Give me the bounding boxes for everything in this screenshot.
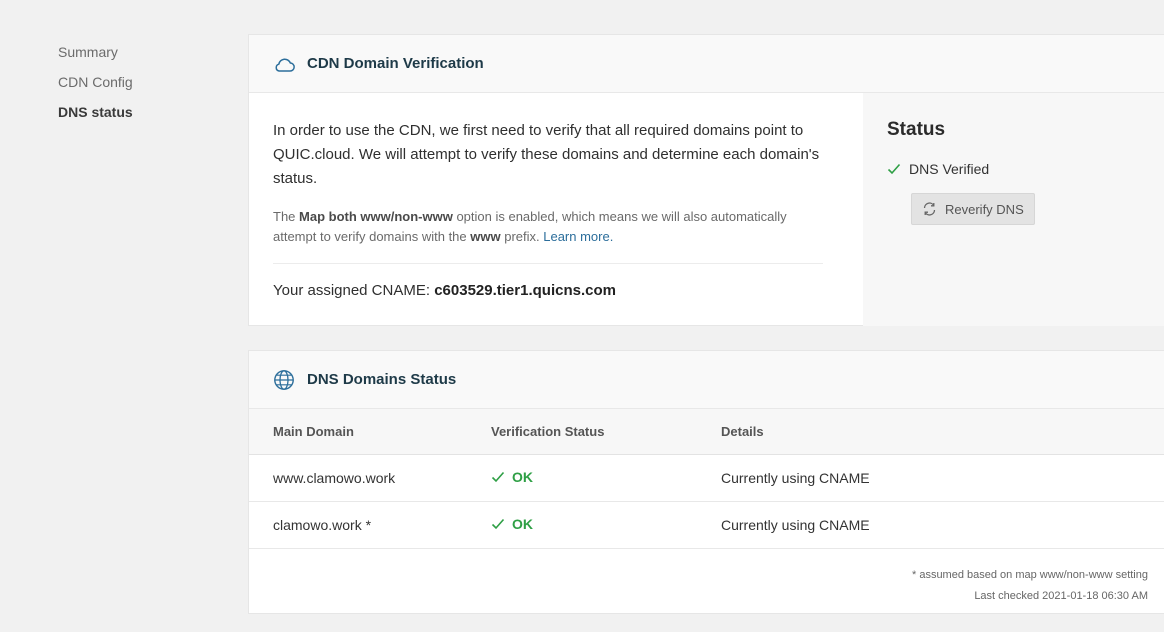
last-checked: Last checked 2021-01-18 06:30 AM: [974, 589, 1148, 602]
note-suffix: prefix.: [500, 229, 544, 244]
status-state: DNS Verified: [909, 161, 990, 177]
divider: [273, 263, 823, 264]
globe-icon: [273, 369, 295, 391]
details-cell: Currently using CNAME: [721, 501, 1164, 549]
refresh-icon: [922, 202, 937, 216]
reverify-dns-label: Reverify DNS: [945, 201, 1024, 217]
check-icon: [887, 163, 901, 175]
verification-card-header: CDN Domain Verification: [249, 35, 1164, 93]
note-option: Map both www/non-www: [299, 209, 453, 224]
reverify-dns-button[interactable]: Reverify DNS: [911, 193, 1035, 225]
domain-cell: clamowo.work *: [249, 501, 491, 549]
learn-more-link[interactable]: Learn more.: [543, 229, 613, 244]
table-header-row: Main Domain Verification Status Details: [249, 409, 1164, 455]
sidebar-nav: Summary CDN Config DNS status: [58, 42, 228, 132]
cloud-icon: [273, 53, 295, 75]
verification-card: CDN Domain Verification In order to use …: [248, 34, 1164, 326]
status-cell: OK: [491, 501, 721, 549]
domains-card-header: DNS Domains Status: [249, 351, 1164, 409]
cname-line: Your assigned CNAME: c603529.tier1.quicn…: [273, 282, 823, 299]
verification-note: The Map both www/non-www option is enabl…: [273, 207, 823, 247]
status-cell: OK: [491, 454, 721, 502]
sidebar-item-cdn-config[interactable]: CDN Config: [58, 72, 228, 92]
sidebar-item-dns-status[interactable]: DNS status: [58, 102, 228, 122]
note-www: www: [470, 229, 501, 244]
table-row: clamowo.work * OK Currently using CNAME: [249, 501, 1164, 549]
status-ok-badge: OK: [491, 469, 533, 485]
status-ok-badge: OK: [491, 516, 533, 532]
column-verification-status: Verification Status: [491, 409, 721, 455]
check-icon: [491, 518, 505, 530]
table-row: www.clamowo.work OK Currently using CNAM…: [249, 454, 1164, 502]
status-line: DNS Verified: [887, 161, 1164, 177]
domains-table: Main Domain Verification Status Details …: [249, 409, 1164, 549]
details-cell: Currently using CNAME: [721, 454, 1164, 502]
note-prefix: The: [273, 209, 300, 224]
verification-intro: In order to use the CDN, we first need t…: [273, 122, 820, 187]
domain-cell: www.clamowo.work: [249, 454, 491, 502]
domains-card-title: DNS Domains Status: [307, 371, 457, 388]
verification-description: In order to use the CDN, we first need t…: [249, 93, 863, 326]
domains-card: DNS Domains Status Main Domain Verificat…: [248, 350, 1164, 614]
column-details: Details: [721, 409, 1164, 455]
verification-card-title: CDN Domain Verification: [307, 55, 484, 72]
table-footnote: * assumed based on map www/non-www setti…: [249, 549, 1164, 607]
check-icon: [491, 471, 505, 483]
status-ok-label: OK: [512, 469, 533, 485]
sidebar-item-summary[interactable]: Summary: [58, 42, 228, 62]
cname-value: c603529.tier1.quicns.com: [434, 282, 616, 299]
footnote-text: * assumed based on map www/non-www setti…: [911, 568, 1148, 581]
status-ok-label: OK: [512, 516, 533, 532]
cname-label: Your assigned CNAME:: [273, 282, 435, 299]
column-main-domain: Main Domain: [249, 409, 491, 455]
status-title: Status: [887, 119, 946, 140]
status-panel: Status DNS Verified Reverify DNS: [863, 93, 1164, 326]
